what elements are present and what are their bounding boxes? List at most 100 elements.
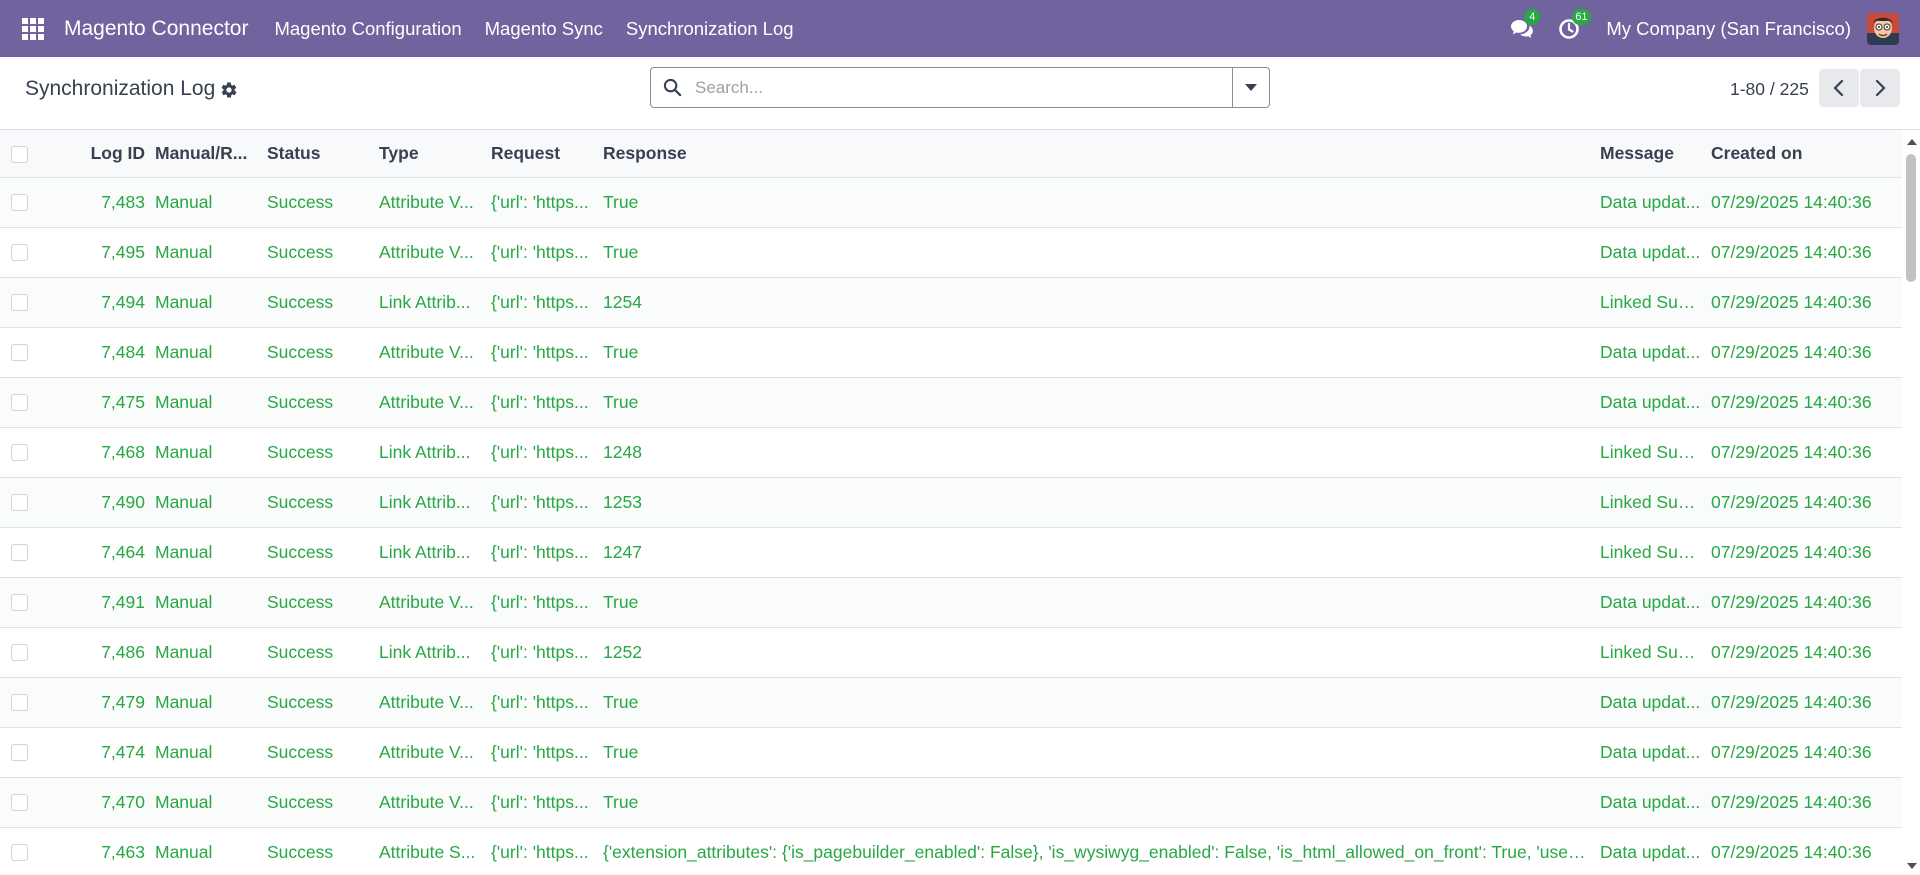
manual-realtime-cell[interactable]: Manual: [145, 527, 257, 577]
manual-realtime-cell[interactable]: Manual: [145, 227, 257, 277]
status-cell[interactable]: Success: [257, 827, 369, 875]
request-cell[interactable]: {'url': 'https...: [481, 327, 593, 377]
table-row[interactable]: 7,468 Manual Success Link Attrib... {'url': …: [0, 427, 1902, 477]
response-cell[interactable]: 1248: [593, 427, 1590, 477]
log-id-cell[interactable]: 7,486: [47, 627, 145, 677]
status-cell[interactable]: Success: [257, 427, 369, 477]
column-header-type[interactable]: Type: [369, 130, 481, 177]
type-cell[interactable]: Attribute V...: [369, 577, 481, 627]
menu-item-magento-configuration[interactable]: Magento Configuration: [274, 18, 461, 40]
column-header-log-id[interactable]: Log ID: [47, 130, 145, 177]
status-cell[interactable]: Success: [257, 177, 369, 227]
response-cell[interactable]: 1247: [593, 527, 1590, 577]
request-cell[interactable]: {'url': 'https...: [481, 377, 593, 427]
table-row[interactable]: 7,486 Manual Success Link Attrib... {'url': …: [0, 627, 1902, 677]
message-cell[interactable]: Linked Suc...: [1590, 527, 1701, 577]
search-options-toggle[interactable]: [1232, 68, 1269, 107]
type-cell[interactable]: Attribute V...: [369, 377, 481, 427]
message-cell[interactable]: Data updat...: [1590, 577, 1701, 627]
log-id-cell[interactable]: 7,470: [47, 777, 145, 827]
manual-realtime-cell[interactable]: Manual: [145, 777, 257, 827]
status-cell[interactable]: Success: [257, 377, 369, 427]
row-checkbox[interactable]: [11, 244, 28, 262]
request-cell[interactable]: {'url': 'https...: [481, 727, 593, 777]
message-cell[interactable]: Data updat...: [1590, 377, 1701, 427]
log-id-cell[interactable]: 7,491: [47, 577, 145, 627]
message-cell[interactable]: Data updat...: [1590, 777, 1701, 827]
apps-grid-icon[interactable]: [20, 16, 46, 42]
created-on-cell[interactable]: 07/29/2025 14:40:36: [1701, 477, 1902, 527]
response-cell[interactable]: 1254: [593, 277, 1590, 327]
request-cell[interactable]: {'url': 'https...: [481, 627, 593, 677]
scrollbar-thumb[interactable]: [1906, 154, 1916, 282]
table-row[interactable]: 7,470 Manual Success Attribute V... {'url': …: [0, 777, 1902, 827]
created-on-cell[interactable]: 07/29/2025 14:40:36: [1701, 327, 1902, 377]
log-id-cell[interactable]: 7,490: [47, 477, 145, 527]
message-cell[interactable]: Linked Suc...: [1590, 627, 1701, 677]
table-row[interactable]: 7,475 Manual Success Attribute V... {'url': …: [0, 377, 1902, 427]
type-cell[interactable]: Link Attrib...: [369, 627, 481, 677]
status-cell[interactable]: Success: [257, 677, 369, 727]
message-cell[interactable]: Data updat...: [1590, 677, 1701, 727]
response-cell[interactable]: 1253: [593, 477, 1590, 527]
row-checkbox[interactable]: [11, 194, 28, 212]
type-cell[interactable]: Link Attrib...: [369, 527, 481, 577]
manual-realtime-cell[interactable]: Manual: [145, 477, 257, 527]
row-checkbox[interactable]: [11, 794, 28, 812]
column-header-status[interactable]: Status: [257, 130, 369, 177]
table-row[interactable]: 7,483 Manual Success Attribute V... {'url': …: [0, 177, 1902, 227]
manual-realtime-cell[interactable]: Manual: [145, 377, 257, 427]
table-row[interactable]: 7,474 Manual Success Attribute V... {'url': …: [0, 727, 1902, 777]
app-name[interactable]: Magento Connector: [64, 17, 248, 41]
vertical-scrollbar[interactable]: [1902, 130, 1920, 875]
status-cell[interactable]: Success: [257, 577, 369, 627]
table-row[interactable]: 7,490 Manual Success Link Attrib... {'url': …: [0, 477, 1902, 527]
table-row[interactable]: 7,464 Manual Success Link Attrib... {'url': …: [0, 527, 1902, 577]
type-cell[interactable]: Attribute V...: [369, 727, 481, 777]
row-checkbox[interactable]: [11, 744, 28, 762]
status-cell[interactable]: Success: [257, 327, 369, 377]
row-checkbox[interactable]: [11, 844, 28, 862]
message-cell[interactable]: Data updat...: [1590, 227, 1701, 277]
row-checkbox[interactable]: [11, 494, 28, 512]
type-cell[interactable]: Attribute V...: [369, 227, 481, 277]
log-id-cell[interactable]: 7,464: [47, 527, 145, 577]
user-avatar[interactable]: [1867, 12, 1899, 45]
message-cell[interactable]: Data updat...: [1590, 827, 1701, 875]
created-on-cell[interactable]: 07/29/2025 14:40:36: [1701, 277, 1902, 327]
log-id-cell[interactable]: 7,484: [47, 327, 145, 377]
column-header-response[interactable]: Response: [593, 130, 1590, 177]
manual-realtime-cell[interactable]: Manual: [145, 727, 257, 777]
table-row[interactable]: 7,479 Manual Success Attribute V... {'url': …: [0, 677, 1902, 727]
response-cell[interactable]: True: [593, 727, 1590, 777]
response-cell[interactable]: True: [593, 577, 1590, 627]
column-header-created-on[interactable]: Created on: [1701, 130, 1902, 177]
request-cell[interactable]: {'url': 'https...: [481, 227, 593, 277]
table-row[interactable]: 7,491 Manual Success Attribute V... {'url': …: [0, 577, 1902, 627]
manual-realtime-cell[interactable]: Manual: [145, 327, 257, 377]
log-id-cell[interactable]: 7,468: [47, 427, 145, 477]
scroll-down-arrow-icon[interactable]: [1907, 863, 1917, 869]
created-on-cell[interactable]: 07/29/2025 14:40:36: [1701, 677, 1902, 727]
response-cell[interactable]: True: [593, 177, 1590, 227]
status-cell[interactable]: Success: [257, 477, 369, 527]
request-cell[interactable]: {'url': 'https...: [481, 777, 593, 827]
column-header-manual-realtime[interactable]: Manual/R...: [145, 130, 257, 177]
menu-item-synchronization-log[interactable]: Synchronization Log: [626, 18, 794, 40]
status-cell[interactable]: Success: [257, 277, 369, 327]
pager-next-button[interactable]: [1860, 69, 1900, 107]
table-row[interactable]: 7,463 Manual Success Attribute S... {'url': …: [0, 827, 1902, 875]
created-on-cell[interactable]: 07/29/2025 14:40:36: [1701, 577, 1902, 627]
response-cell[interactable]: {'extension_attributes': {'is_pagebuilde…: [593, 827, 1590, 875]
created-on-cell[interactable]: 07/29/2025 14:40:36: [1701, 377, 1902, 427]
status-cell[interactable]: Success: [257, 727, 369, 777]
menu-item-magento-sync[interactable]: Magento Sync: [485, 18, 603, 40]
response-cell[interactable]: 1252: [593, 627, 1590, 677]
created-on-cell[interactable]: 07/29/2025 14:40:36: [1701, 177, 1902, 227]
manual-realtime-cell[interactable]: Manual: [145, 577, 257, 627]
type-cell[interactable]: Attribute V...: [369, 677, 481, 727]
column-header-request[interactable]: Request: [481, 130, 593, 177]
company-switcher[interactable]: My Company (San Francisco): [1606, 18, 1851, 40]
status-cell[interactable]: Success: [257, 227, 369, 277]
row-checkbox[interactable]: [11, 594, 28, 612]
